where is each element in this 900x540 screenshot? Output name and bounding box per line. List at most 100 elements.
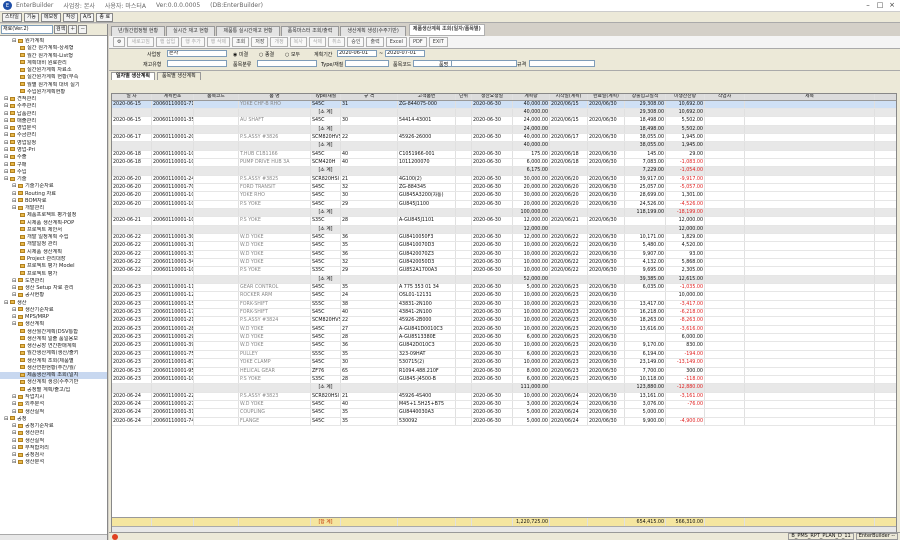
menu-item[interactable]: ⊟ 수금관리 <box>0 132 107 139</box>
menu-item[interactable]: ⊟ 생산기준자료 <box>0 307 107 314</box>
menu-item[interactable]: ⊟ 납품관리 <box>0 111 107 118</box>
menu-item[interactable]: ⊟ 도면관리 <box>0 278 107 285</box>
action-10[interactable]: 승인 <box>347 37 365 47</box>
tab-1[interactable]: 실시간 재고 현황 <box>166 26 216 36</box>
toolbar-button-4[interactable]: A/S <box>80 12 95 22</box>
radio-closed[interactable]: ○ 종결 <box>259 51 274 58</box>
menu-item[interactable]: ⊟ 공정기준자료 <box>0 423 107 430</box>
date-from-input[interactable]: 2020-06-01 <box>337 50 377 57</box>
menu-item[interactable]: 제품생산계획 조회(일지 <box>0 372 107 380</box>
table-row[interactable]: 2020-06-24 20060110001-27 W.D YOKE S45C 40 M4… <box>112 400 896 410</box>
table-row[interactable]: 2020-06-24 20060110001-31 COUPLING S45C 35 GU… <box>112 409 896 418</box>
menu-item[interactable]: 제품프로젝트 평가설정 <box>0 212 107 219</box>
action-4[interactable]: 조회 <box>232 37 250 47</box>
menu-item[interactable]: ⊟ 원가계획 <box>0 38 107 45</box>
table-row[interactable]: 2020-06-23 20060110001-39 W.D YOKE S45C 36 GU… <box>112 342 896 351</box>
table-row[interactable]: 2020-06-24 20060110001-22 P.S.ASSY #3823 SC… <box>112 392 896 401</box>
menu-item[interactable]: 개발일정 관리 <box>0 241 107 248</box>
menu-item[interactable]: ⊟ 생산분석 <box>0 459 107 466</box>
menu-item[interactable]: 월간생산계획(생산/출키 <box>0 350 107 357</box>
menu-item[interactable]: ⊟ 생산실적 <box>0 438 107 445</box>
menu-item[interactable]: 개발 일정계획 수립 <box>0 234 107 241</box>
tab-daily-plan[interactable]: 일자별 생산계획 <box>111 72 155 80</box>
table-row[interactable]: 2020-06-22 20060110001-103 P.S YOKE S35C 29 G… <box>112 267 896 276</box>
menu-item[interactable]: ⊟ 영업분석 <box>0 125 107 132</box>
toolbar-button-5[interactable]: 종 료 <box>96 12 114 22</box>
column-header[interactable]: 품 명 <box>239 94 311 100</box>
menu-item[interactable]: 생산계획 일출 품일용보 <box>0 336 107 343</box>
radio-all[interactable]: ○ 모두 <box>285 51 300 58</box>
table-row[interactable]: 2020-06-20 20060110001-105 P.S YOKE S45C 29 G… <box>112 200 896 209</box>
column-header[interactable]: 창출입고실적 <box>625 94 666 100</box>
item-name-input[interactable] <box>451 60 517 67</box>
menu-item[interactable]: 생산계획 생성(수주기반 <box>0 379 107 386</box>
menu-item[interactable]: 월간 원가계획-List형 <box>0 53 107 60</box>
column-header[interactable]: 품목코드 <box>194 94 239 100</box>
menu-item[interactable]: 월별 원가계획 대비 실기 <box>0 82 107 89</box>
menu-item[interactable]: ⊟ 공정검사 <box>0 452 107 459</box>
column-header[interactable]: 시작일(계획) <box>550 94 588 100</box>
column-header[interactable]: 생산요청일 <box>472 94 513 100</box>
table-row[interactable]: 2020-06-23 20060110001-102 P.S YOKE S35C 28 G… <box>112 375 896 385</box>
table-row[interactable]: 2020-06-18 20060110001-108 PUMP DRIVE HUB … <box>112 158 896 168</box>
menu-item[interactable]: ⊟ MPS/MRP <box>0 314 107 321</box>
menu-item[interactable]: ⊟ 부적합처리 <box>0 445 107 452</box>
menu-item[interactable]: 프로젝트 제안서 <box>0 227 107 234</box>
collapse-all-button[interactable]: － <box>78 25 88 34</box>
column-header[interactable]: 작업자 <box>705 94 745 100</box>
settings-gear-icon[interactable]: ⚙ <box>113 37 126 47</box>
tab-4[interactable]: 생산계획 생성(수주기반) <box>340 26 406 36</box>
menu-item[interactable]: ⊟ 영업일정 <box>0 140 107 147</box>
toolbar-button-1[interactable]: 기능 <box>23 12 40 22</box>
table-row[interactable]: 2020-06-20 20060110001-104 YOKE RHO S45C 30 G… <box>112 192 896 201</box>
date-to-input[interactable]: 2020-07-01 <box>385 50 425 57</box>
table-row[interactable]: 2020-06-22 20060110001-33 W.D YOKE S45C 36 GU… <box>112 250 896 260</box>
column-header[interactable]: 계획번호 <box>152 94 194 100</box>
menu-item[interactable]: 공정별 계획/출고/입 <box>0 387 107 394</box>
type-input[interactable] <box>345 60 389 67</box>
toolbar-button-3[interactable]: 작성 <box>62 12 79 22</box>
maximize-icon[interactable]: □ <box>874 1 886 10</box>
menu-item[interactable]: ⊟ 공정 <box>0 416 107 423</box>
table-row[interactable]: 2020-06-23 20060110001-28 W.D YOKE S45C 27 A-… <box>112 325 896 335</box>
menu-item[interactable]: 생산연판현황(주간/월/ <box>0 365 107 372</box>
radio-open[interactable]: ◉ 미결 <box>233 51 248 58</box>
table-row[interactable]: 2020-06-23 20060110001-12 ROCKER ARM S45C 24… <box>112 292 896 301</box>
menu-item[interactable]: ⊟ 구매 <box>0 162 107 169</box>
menu-item[interactable]: ⊟ 기술기준자료 <box>0 183 107 190</box>
column-header[interactable]: 미생산잔량 <box>666 94 705 100</box>
table-row[interactable]: 2020-06-23 20060110001-87 YOKE CLAMP S45C 30… <box>112 359 896 368</box>
table-row[interactable]: 2020-06-15 20060110001-71 YOKE CHF-B RHO S4… <box>112 100 896 109</box>
tab-2[interactable]: 제품통 실시간재고 현황 <box>216 26 280 36</box>
menu-item[interactable]: ⊟ 개발관리 <box>0 205 107 212</box>
action-14[interactable]: EXIT <box>428 37 448 47</box>
menu-item[interactable]: 시제품 생산계획 <box>0 249 107 256</box>
table-row[interactable]: 2020-06-23 20060110001-17 FORK-SHIFT S45C 40… <box>112 309 896 318</box>
menu-item[interactable]: 실간 원가계획-상세형 <box>0 45 107 52</box>
table-row[interactable]: 2020-06-23 20060110001-29 W.D YOKE S45C 28 A-… <box>112 334 896 343</box>
menu-item[interactable]: 프로젝트 평가 Model <box>0 263 107 270</box>
stock-type-select[interactable] <box>167 60 227 67</box>
expand-all-button[interactable]: ＋ <box>68 25 78 34</box>
tab-3[interactable]: 품목마스터 조회/출력 <box>280 26 340 36</box>
site-select[interactable]: 본사 <box>167 50 227 57</box>
column-header[interactable]: 단위 <box>456 94 472 100</box>
menu-item[interactable]: 실간원가계획 현황(부속 <box>0 74 107 81</box>
menu-item[interactable]: ⊟ 수출 <box>0 154 107 161</box>
menu-item[interactable]: ⊟ 견적관리 <box>0 96 107 103</box>
menu-item[interactable]: ⊟ BOM자료 <box>0 198 107 205</box>
menu-item[interactable]: ⊟ 수입 <box>0 169 107 176</box>
menu-item[interactable]: ⊟ 매출관리 <box>0 118 107 125</box>
menu-item[interactable]: 수입원가계획현황 <box>0 89 107 96</box>
menu-item[interactable]: 시제품 생산계획-POP <box>0 220 107 227</box>
table-row[interactable]: 2020-06-18 20060110001-107 T.HUB C1B1166 S4… <box>112 150 896 159</box>
table-row[interactable]: 2020-06-22 20060110001-34 W.D YOKE S45C 32 GU… <box>112 259 896 268</box>
close-icon[interactable]: × <box>886 1 898 10</box>
menu-item[interactable]: ⊟ Routing 자료 <box>0 191 107 198</box>
table-row[interactable]: 2020-06-15 20060110001-35 AU SHAFT S45C 30 54… <box>112 117 896 126</box>
table-row[interactable]: 2020-06-23 20060110001-95 HELICAL GEAR ZF76… <box>112 367 896 376</box>
menu-item[interactable]: ⊟ 생산관리 <box>0 430 107 437</box>
table-row[interactable]: 2020-06-21 20060110001-101 P.S YOKE S35C 28 A… <box>112 217 896 226</box>
action-11[interactable]: 출력 <box>366 37 384 47</box>
menu-item[interactable]: 프로젝트 평가 <box>0 271 107 278</box>
